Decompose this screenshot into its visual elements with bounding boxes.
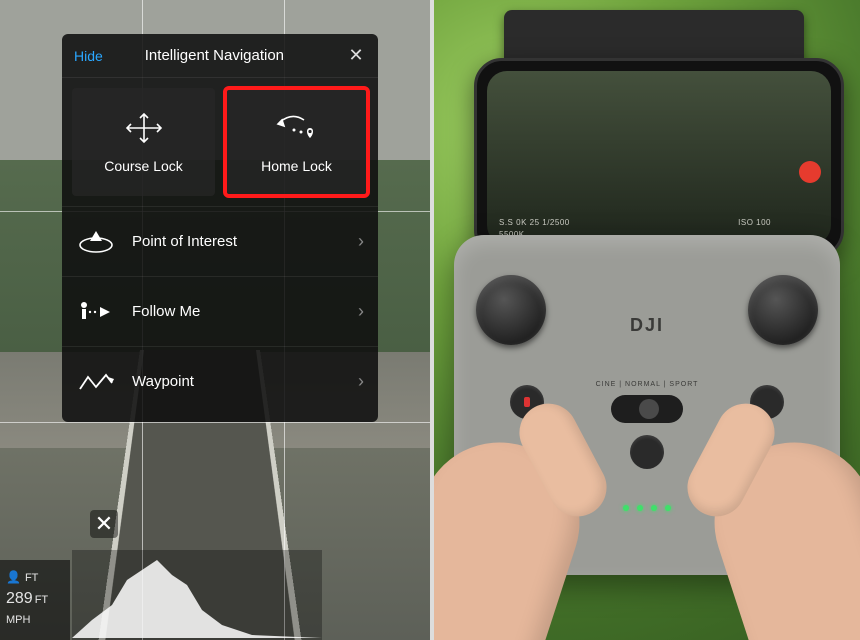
row-label: Follow Me — [132, 303, 200, 320]
tile-label: Course Lock — [104, 158, 183, 174]
tile-label: Home Lock — [261, 158, 332, 174]
right-stick — [748, 275, 818, 345]
iso-readout: ISO 100 — [738, 218, 771, 227]
row-waypoint[interactable]: Waypoint › — [62, 346, 378, 416]
mode-tiles: Course Lock — [62, 78, 378, 206]
chevron-right-icon: › — [358, 301, 364, 322]
brand-logo: DJI — [630, 315, 664, 336]
overlay-close-button[interactable]: ✕ — [90, 510, 118, 538]
flight-mode-switch — [611, 395, 683, 423]
speed-unit: FT — [35, 594, 48, 606]
controller-photo: S.S 0K 25 1/2500 ISO 100 5500K DJI CINE … — [434, 0, 860, 640]
row-follow-me[interactable]: Follow Me › — [62, 276, 378, 346]
panel-title: Intelligent Navigation — [83, 47, 346, 64]
poi-icon — [76, 227, 116, 257]
waypoint-icon — [76, 367, 116, 397]
intelligent-navigation-panel: Hide Intelligent Navigation ✕ — [62, 34, 378, 422]
phone: S.S 0K 25 1/2500 ISO 100 5500K — [474, 58, 844, 258]
row-point-of-interest[interactable]: Point of Interest › — [62, 206, 378, 276]
altitude-readout: 👤 FT — [6, 570, 64, 584]
panel-header: Hide Intelligent Navigation ✕ — [62, 34, 378, 78]
left-stick — [476, 275, 546, 345]
altitude-unit: FT — [25, 572, 38, 584]
home-lock-icon — [274, 110, 320, 146]
chevron-right-icon: › — [358, 231, 364, 252]
chevron-right-icon: › — [358, 371, 364, 392]
row-label: Point of Interest — [132, 233, 237, 250]
speed-readout: 289 FT — [6, 590, 64, 608]
grid-line — [0, 422, 430, 423]
speed-value: 289 — [6, 590, 33, 608]
mode-label: CINE | NORMAL | SPORT — [596, 381, 699, 388]
telemetry-panel: 👤 FT 289 FT MPH — [0, 560, 70, 640]
speed-label: MPH — [6, 614, 64, 626]
close-icon[interactable]: ✕ — [346, 45, 366, 66]
phone-screen: S.S 0K 25 1/2500 ISO 100 5500K — [487, 71, 831, 245]
course-lock-icon — [121, 110, 167, 146]
row-label: Waypoint — [132, 373, 194, 390]
tile-course-lock[interactable]: Course Lock — [72, 88, 215, 196]
power-button — [630, 435, 664, 469]
follow-me-icon — [76, 297, 116, 327]
histogram — [72, 550, 322, 640]
app-viewport: Hide Intelligent Navigation ✕ — [0, 0, 430, 640]
shutter-readout: S.S 0K 25 1/2500 — [499, 218, 570, 227]
tile-home-lock[interactable]: Home Lock — [225, 88, 368, 196]
record-button-icon — [799, 161, 821, 183]
battery-leds — [623, 505, 671, 511]
